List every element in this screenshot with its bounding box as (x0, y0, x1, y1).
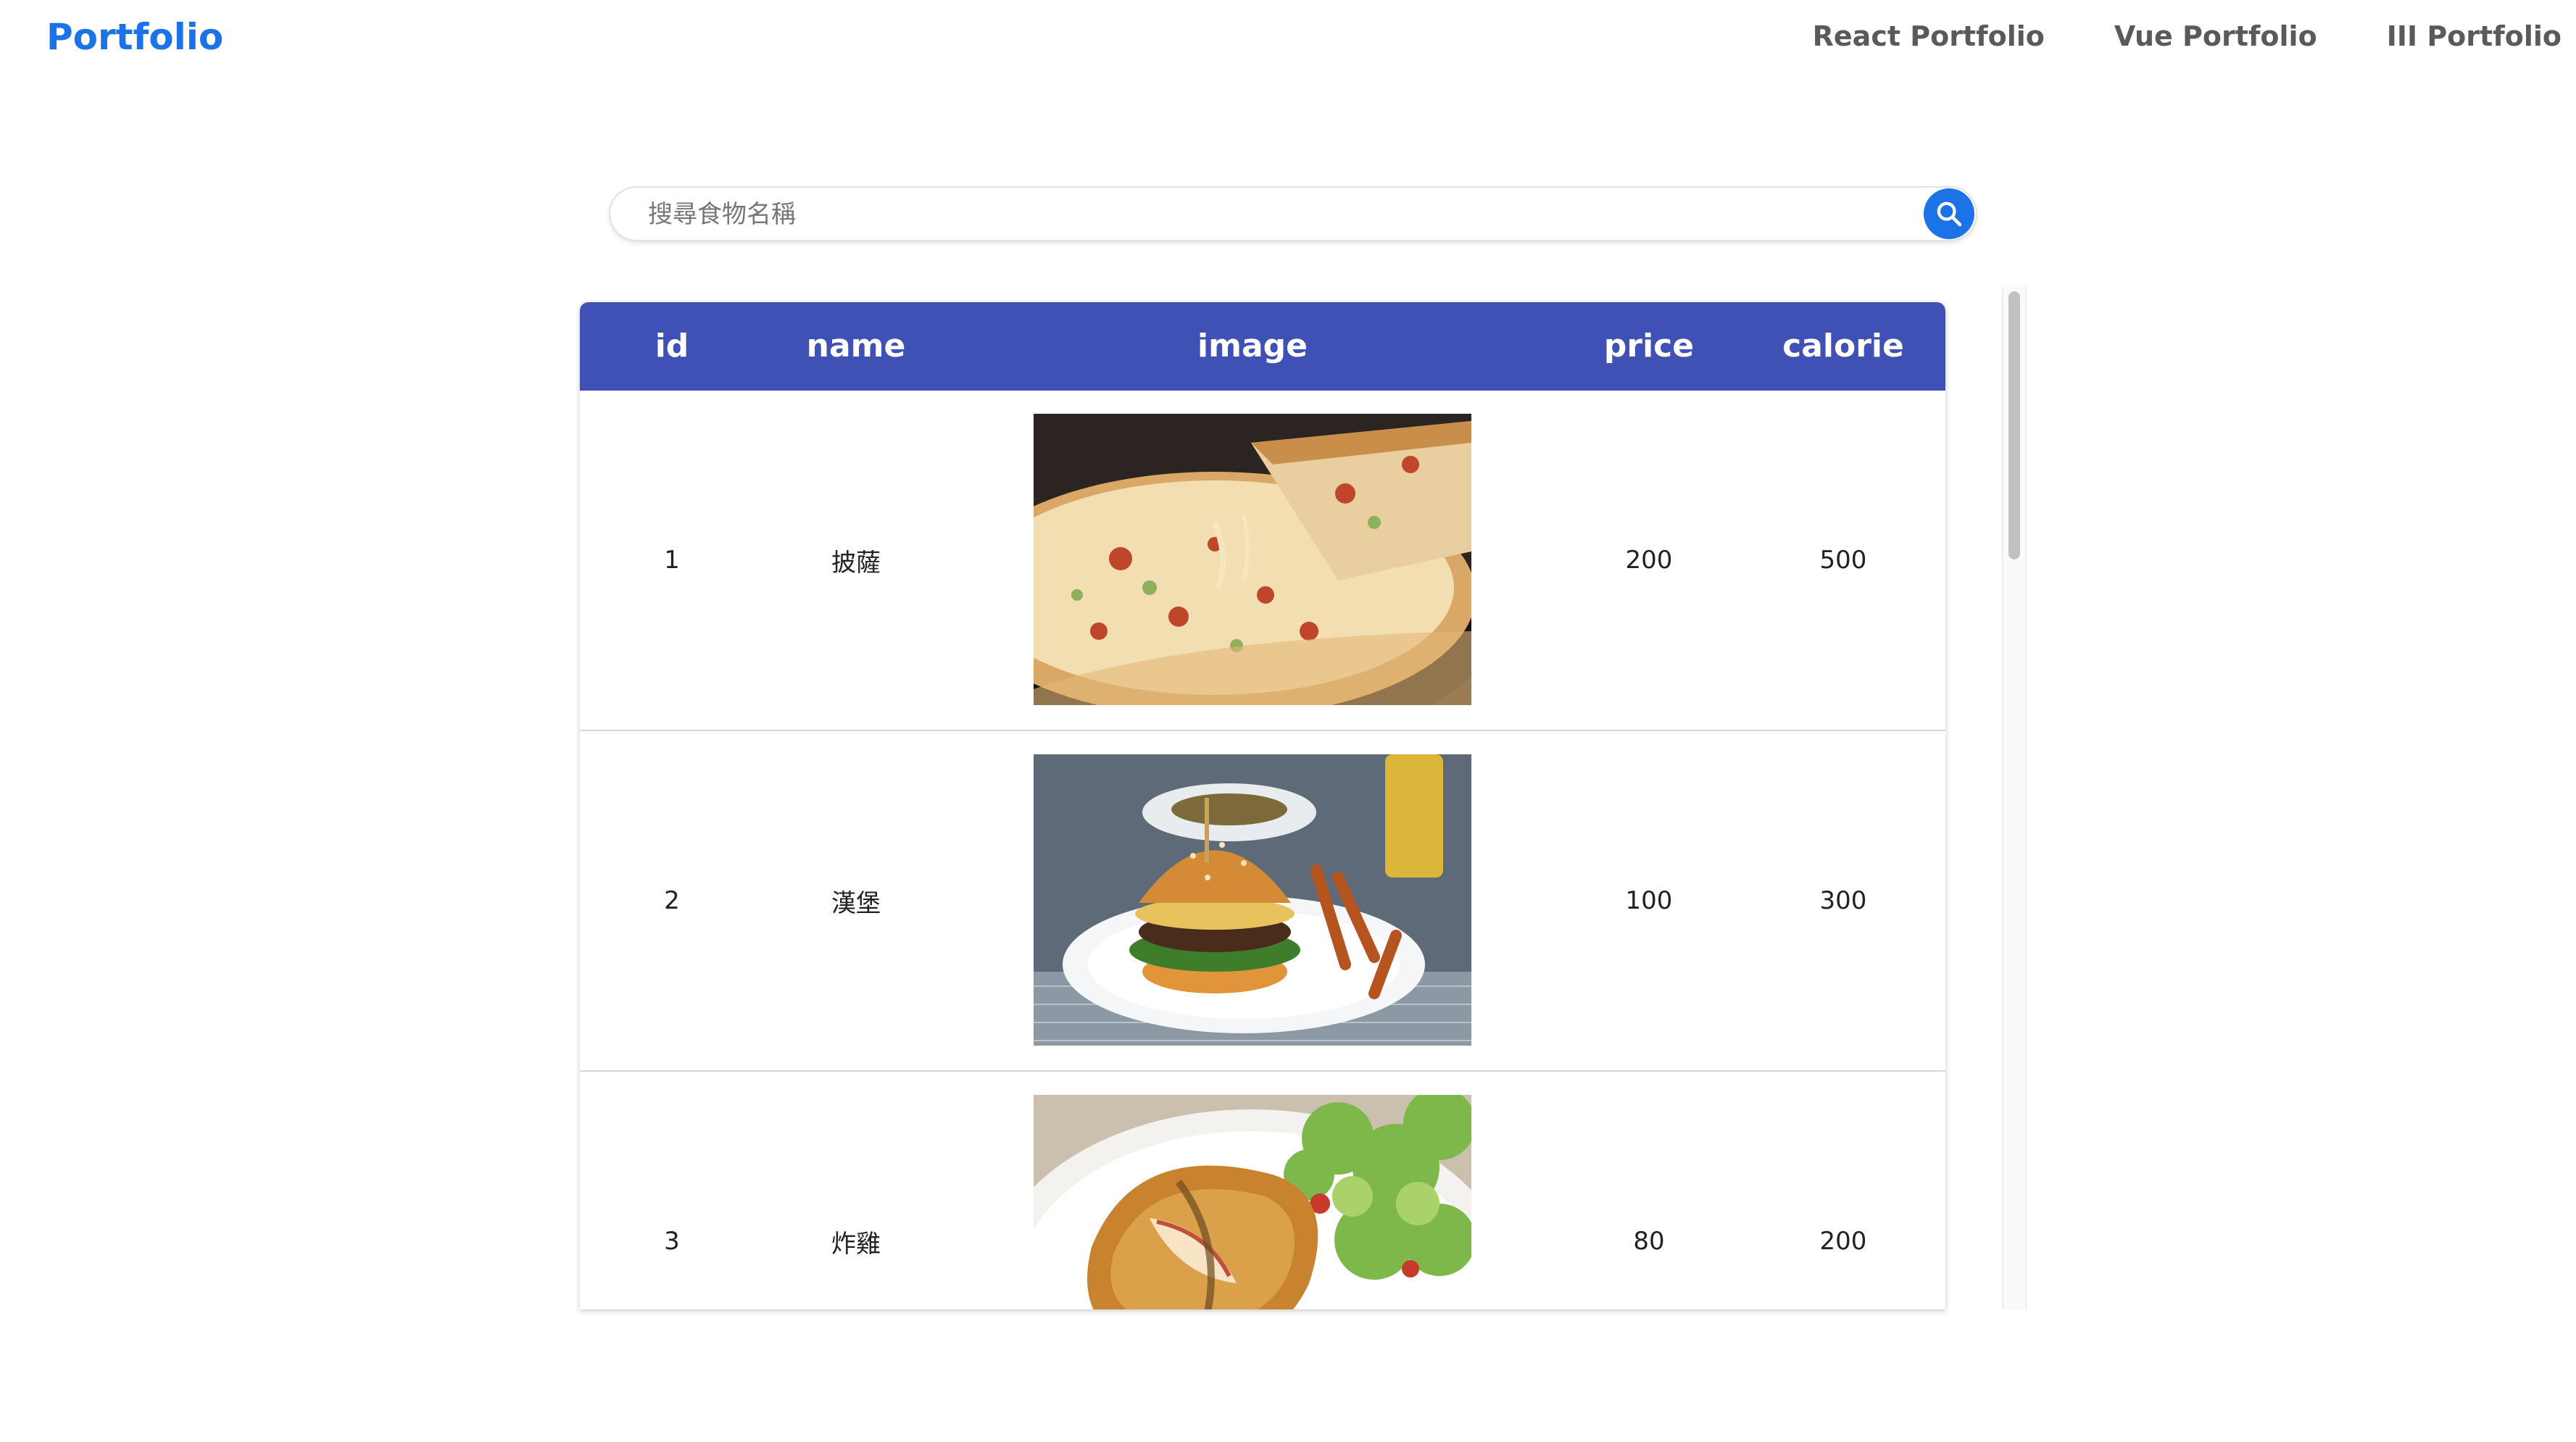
cell-calorie: 200 (1819, 1227, 1867, 1256)
scrollbar-thumb[interactable] (2008, 291, 2020, 559)
cell-price: 80 (1633, 1227, 1665, 1256)
nav-link-vue-portfolio[interactable]: Vue Portfolio (2114, 16, 2317, 57)
column-header-name: name (806, 328, 906, 364)
cell-calorie: 500 (1819, 546, 1867, 575)
column-header-image: image (1197, 328, 1308, 364)
burger-image (1034, 754, 1471, 1046)
search-bar (610, 188, 1976, 240)
cell-calorie: 300 (1819, 886, 1867, 915)
search-input[interactable] (647, 193, 1882, 236)
search-icon (1937, 201, 1962, 227)
pizza-image (1034, 414, 1471, 705)
top-nav: React Portfolio Vue Portfolio III Portfo… (1813, 16, 2562, 57)
cell-id: 2 (664, 886, 680, 915)
cell-name: 炸雞 (831, 1229, 881, 1259)
nav-link-iii-portfolio[interactable]: III Portfolio (2387, 16, 2562, 57)
cell-price: 200 (1625, 546, 1673, 575)
column-header-price: price (1603, 328, 1695, 364)
fried-chicken-image (1034, 1095, 1471, 1309)
table-row: 3 炸雞 80 200 (580, 1072, 1945, 1309)
table-scrollbar[interactable] (2002, 287, 2027, 1309)
column-header-id: id (655, 328, 689, 364)
cell-id: 1 (664, 546, 680, 575)
table-row: 1 披薩 200 500 (580, 391, 1945, 731)
food-table: id name image price calorie 1 披薩 200 500… (580, 302, 1945, 1309)
column-header-calorie: calorie (1782, 328, 1904, 364)
page: Portfolio React Portfolio Vue Portfolio … (0, 0, 2576, 1442)
cell-id: 3 (664, 1227, 680, 1256)
cell-price: 100 (1625, 886, 1673, 915)
search-button[interactable] (1924, 188, 1974, 239)
brand-logo[interactable]: Portfolio (46, 12, 223, 62)
cell-name: 披薩 (831, 548, 881, 578)
table-row: 2 漢堡 100 300 (580, 731, 1945, 1072)
table-header: id name image price calorie (580, 302, 1945, 391)
nav-link-react-portfolio[interactable]: React Portfolio (1813, 16, 2045, 57)
cell-name: 漢堡 (831, 888, 881, 918)
